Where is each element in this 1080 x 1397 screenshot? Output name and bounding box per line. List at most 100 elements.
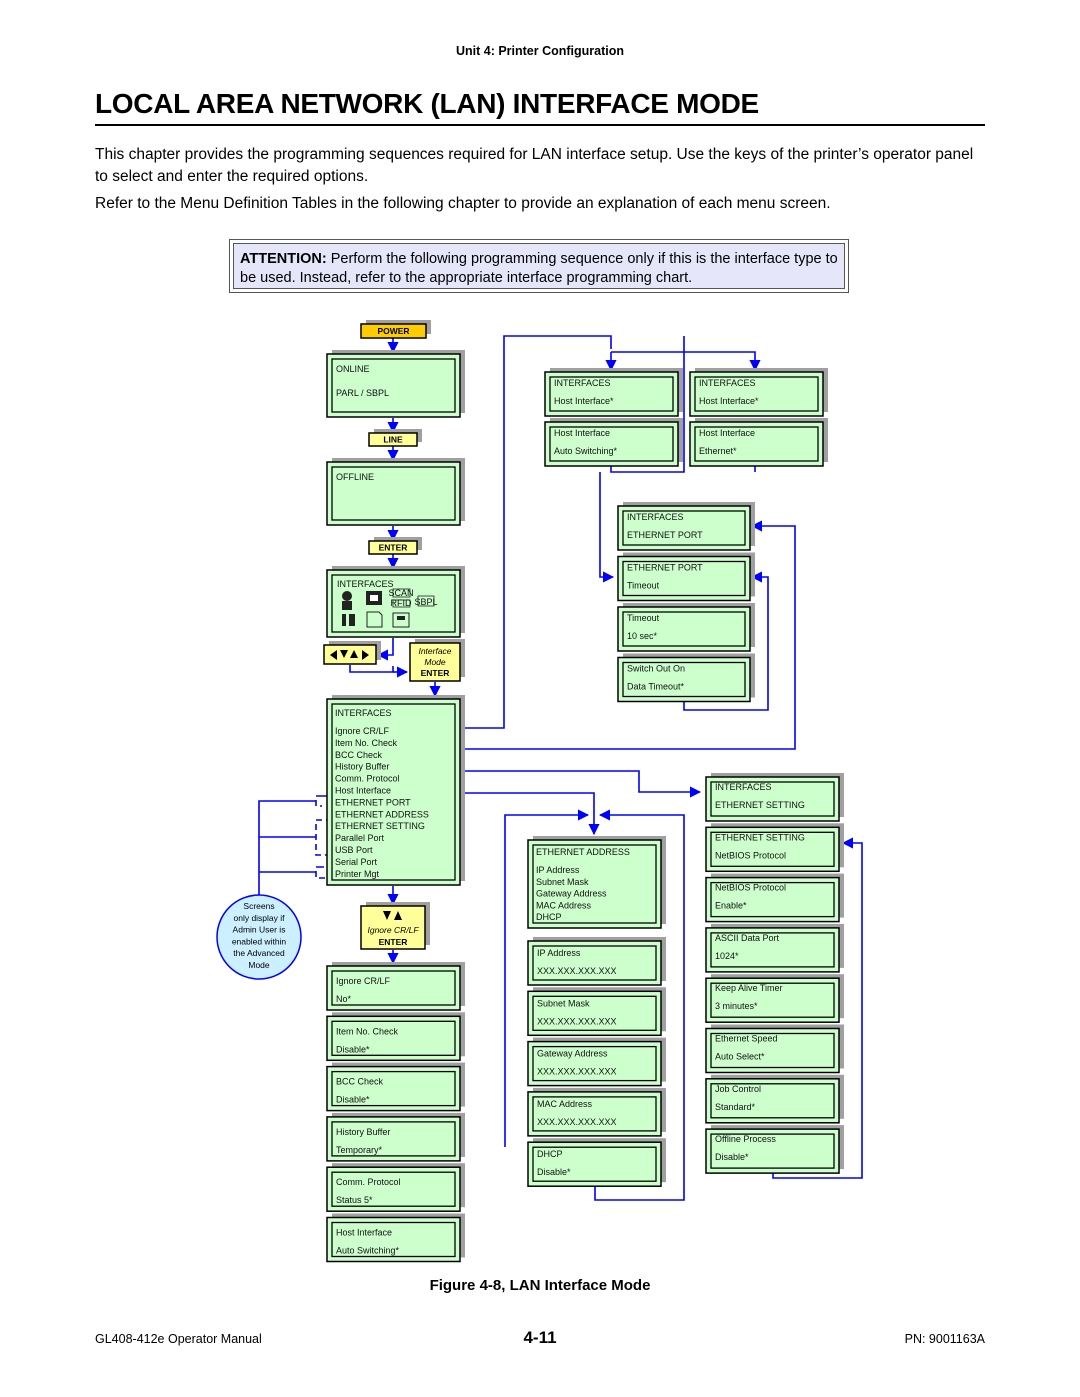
enter-key: ENTER [368, 537, 422, 555]
screen-setting: History Buffer Temporary* [326, 1112, 465, 1162]
screen-line: Host Interface [699, 428, 755, 438]
interface-list-item: Printer Mgt [335, 869, 380, 879]
interface-list-item: Item No. Check [335, 738, 398, 748]
screen-setting: Host Interface Auto Switching* [326, 1213, 465, 1263]
screen-line: Item No. Check [336, 1026, 399, 1036]
screen-line: 1024* [715, 951, 739, 961]
interface-list-item: ETHERNET ADDRESS [335, 809, 429, 819]
screen-eaddr-value: DHCP Disable* [527, 1138, 666, 1187]
screen-line: Auto Switching* [554, 446, 618, 456]
key-label: Mode [424, 657, 446, 667]
screen-line: INTERFACES [627, 512, 684, 522]
interface-list-item: BCC Check [335, 750, 383, 760]
screen-line: Timeout [627, 613, 660, 623]
screen-line: Ignore CR/LF [336, 976, 391, 986]
screen-eaddr-value: MAC Address XXX.XXX.XXX.XXX [527, 1087, 666, 1137]
screen-setting: BCC Check Disable* [326, 1062, 465, 1112]
screen-line: Host Interface* [554, 396, 614, 406]
screen-title: INTERFACES [335, 708, 392, 718]
screen-ethernet-setting: Keep Alive Timer 3 minutes* [705, 974, 844, 1023]
screen-line: XXX.XXX.XXX.XXX [537, 1117, 617, 1127]
interface-mode-enter-key: InterfaceModeENTER [409, 639, 465, 682]
screen-interfaces-icons: INTERFACESSCANRFID SBPL [326, 566, 465, 638]
screen-line: Offline Process [715, 1134, 776, 1144]
screen-line: INTERFACES [554, 378, 611, 388]
screen-line: NetBIOS Protocol [715, 883, 786, 893]
screen-line: Job Control [715, 1084, 761, 1094]
screen-ethernet-port: Timeout 10 sec* [617, 603, 755, 652]
screen-title: INTERFACES [337, 579, 394, 589]
screen-ethernet-setting: Offline Process Disable* [705, 1125, 844, 1174]
screen-line: Keep Alive Timer [715, 983, 783, 993]
interface-list-item: Parallel Port [335, 833, 385, 843]
interface-list-item: Host Interface [335, 786, 391, 796]
screen-ethernet-setting: INTERFACES ETHERNET SETTING [705, 773, 844, 822]
screen-line: OFFLINE [336, 472, 374, 482]
arrow-ethernet-address [461, 792, 600, 836]
interface-list-item: History Buffer [335, 762, 389, 772]
key-label: LINE [383, 435, 403, 445]
key-label: ENTER [379, 937, 408, 947]
lan-interface-flowchart: POWER ONLINE PARL / SBPL LINE OFFLINE ENTER IN… [216, 320, 863, 1263]
user-icon-body [342, 601, 352, 610]
key-label: ENTER [421, 668, 450, 678]
screen-line: Auto Switching* [336, 1246, 400, 1256]
screen-setting: Comm. Protocol Status 5* [326, 1163, 465, 1212]
eaddr-item: MAC Address [536, 900, 592, 910]
screen-line: Status 5* [336, 1195, 373, 1205]
screen-line: Ethernet* [699, 446, 737, 456]
tools-icon [342, 614, 346, 626]
screen-line: ETHERNET SETTING [715, 800, 805, 810]
screen-line: Standard* [715, 1102, 756, 1112]
tools-icon-2 [349, 614, 355, 626]
screen-line: History Buffer [336, 1127, 390, 1137]
screen-line: DHCP [537, 1149, 563, 1159]
note-line: enabled within [232, 936, 287, 946]
screen-line: PARL / SBPL [336, 388, 389, 398]
screen-line: ETHERNET PORT [627, 530, 703, 540]
screen-line: INTERFACES [699, 378, 756, 388]
screen-online: ONLINE PARL / SBPL [326, 350, 465, 418]
note-line: Screens [243, 901, 274, 911]
screen-offline: OFFLINE [326, 458, 465, 526]
screen-host-a: INTERFACES Host Interface* [544, 368, 683, 417]
figure-caption: Figure 4-8, LAN Interface Mode [429, 1277, 651, 1294]
screen-ethernet-setting: Job Control Standard* [705, 1074, 844, 1124]
screen-ethernet-address: ETHERNET ADDRESS IP Address Subnet Mask Gat… [527, 836, 666, 929]
screen-line: XXX.XXX.XXX.XXX [537, 966, 617, 976]
screen-line: Switch Out On [627, 664, 685, 674]
note-line: the Advanced [233, 948, 285, 958]
connector-icon-inner [370, 595, 378, 601]
nav-loop [349, 665, 394, 673]
line-key: LINE [368, 429, 422, 447]
arrow-ethernet-setting [461, 770, 702, 798]
key-label: ENTER [379, 543, 408, 553]
key-label: Ignore CR/LF [367, 925, 419, 935]
note-line: Admin User is [233, 925, 286, 935]
ignore-crlf-enter-key: Ignore CR/LF ENTER [360, 902, 430, 950]
footer-part-number: PN: 9001163A [904, 1332, 985, 1346]
screen-ethernet-setting: NetBIOS Protocol Enable* [705, 873, 844, 923]
screen-line: Temporary* [336, 1145, 383, 1155]
screen-line: Disable* [336, 1044, 370, 1054]
interface-list-item: Comm. Protocol [335, 774, 400, 784]
screen-line: Host Interface [336, 1228, 392, 1238]
screen-line: ONLINE [336, 364, 370, 374]
screen-line: ASCII Data Port [715, 933, 780, 943]
interface-list-item: ETHERNET PORT [335, 797, 411, 807]
admin-note: Screens only display if Admin User isenabl… [216, 894, 302, 980]
screen-ethernet-setting: ETHERNET SETTING NetBIOS Protocol [705, 823, 844, 873]
eaddr-item: Gateway Address [536, 889, 607, 899]
screen-eaddr-value: Gateway Address XXX.XXX.XXX.XXX [527, 1037, 666, 1087]
screen-line: 10 sec* [627, 631, 658, 641]
screen-line: Subnet Mask [537, 998, 590, 1008]
screen-host-a: Host Interface Auto Switching* [544, 418, 683, 467]
screen-line: XXX.XXX.XXX.XXX [537, 1016, 617, 1026]
screen-ethernet-port: INTERFACES ETHERNET PORT [617, 502, 755, 551]
screen-line: Data Timeout* [627, 682, 685, 692]
screen-line: Enable* [715, 901, 747, 911]
eaddr-item: IP Address [536, 865, 580, 875]
interface-list-item: USB Port [335, 845, 373, 855]
screen-interfaces-list: INTERFACES Ignore CR/LF Item No. Check BCC … [326, 695, 465, 886]
user-icon [342, 591, 352, 601]
